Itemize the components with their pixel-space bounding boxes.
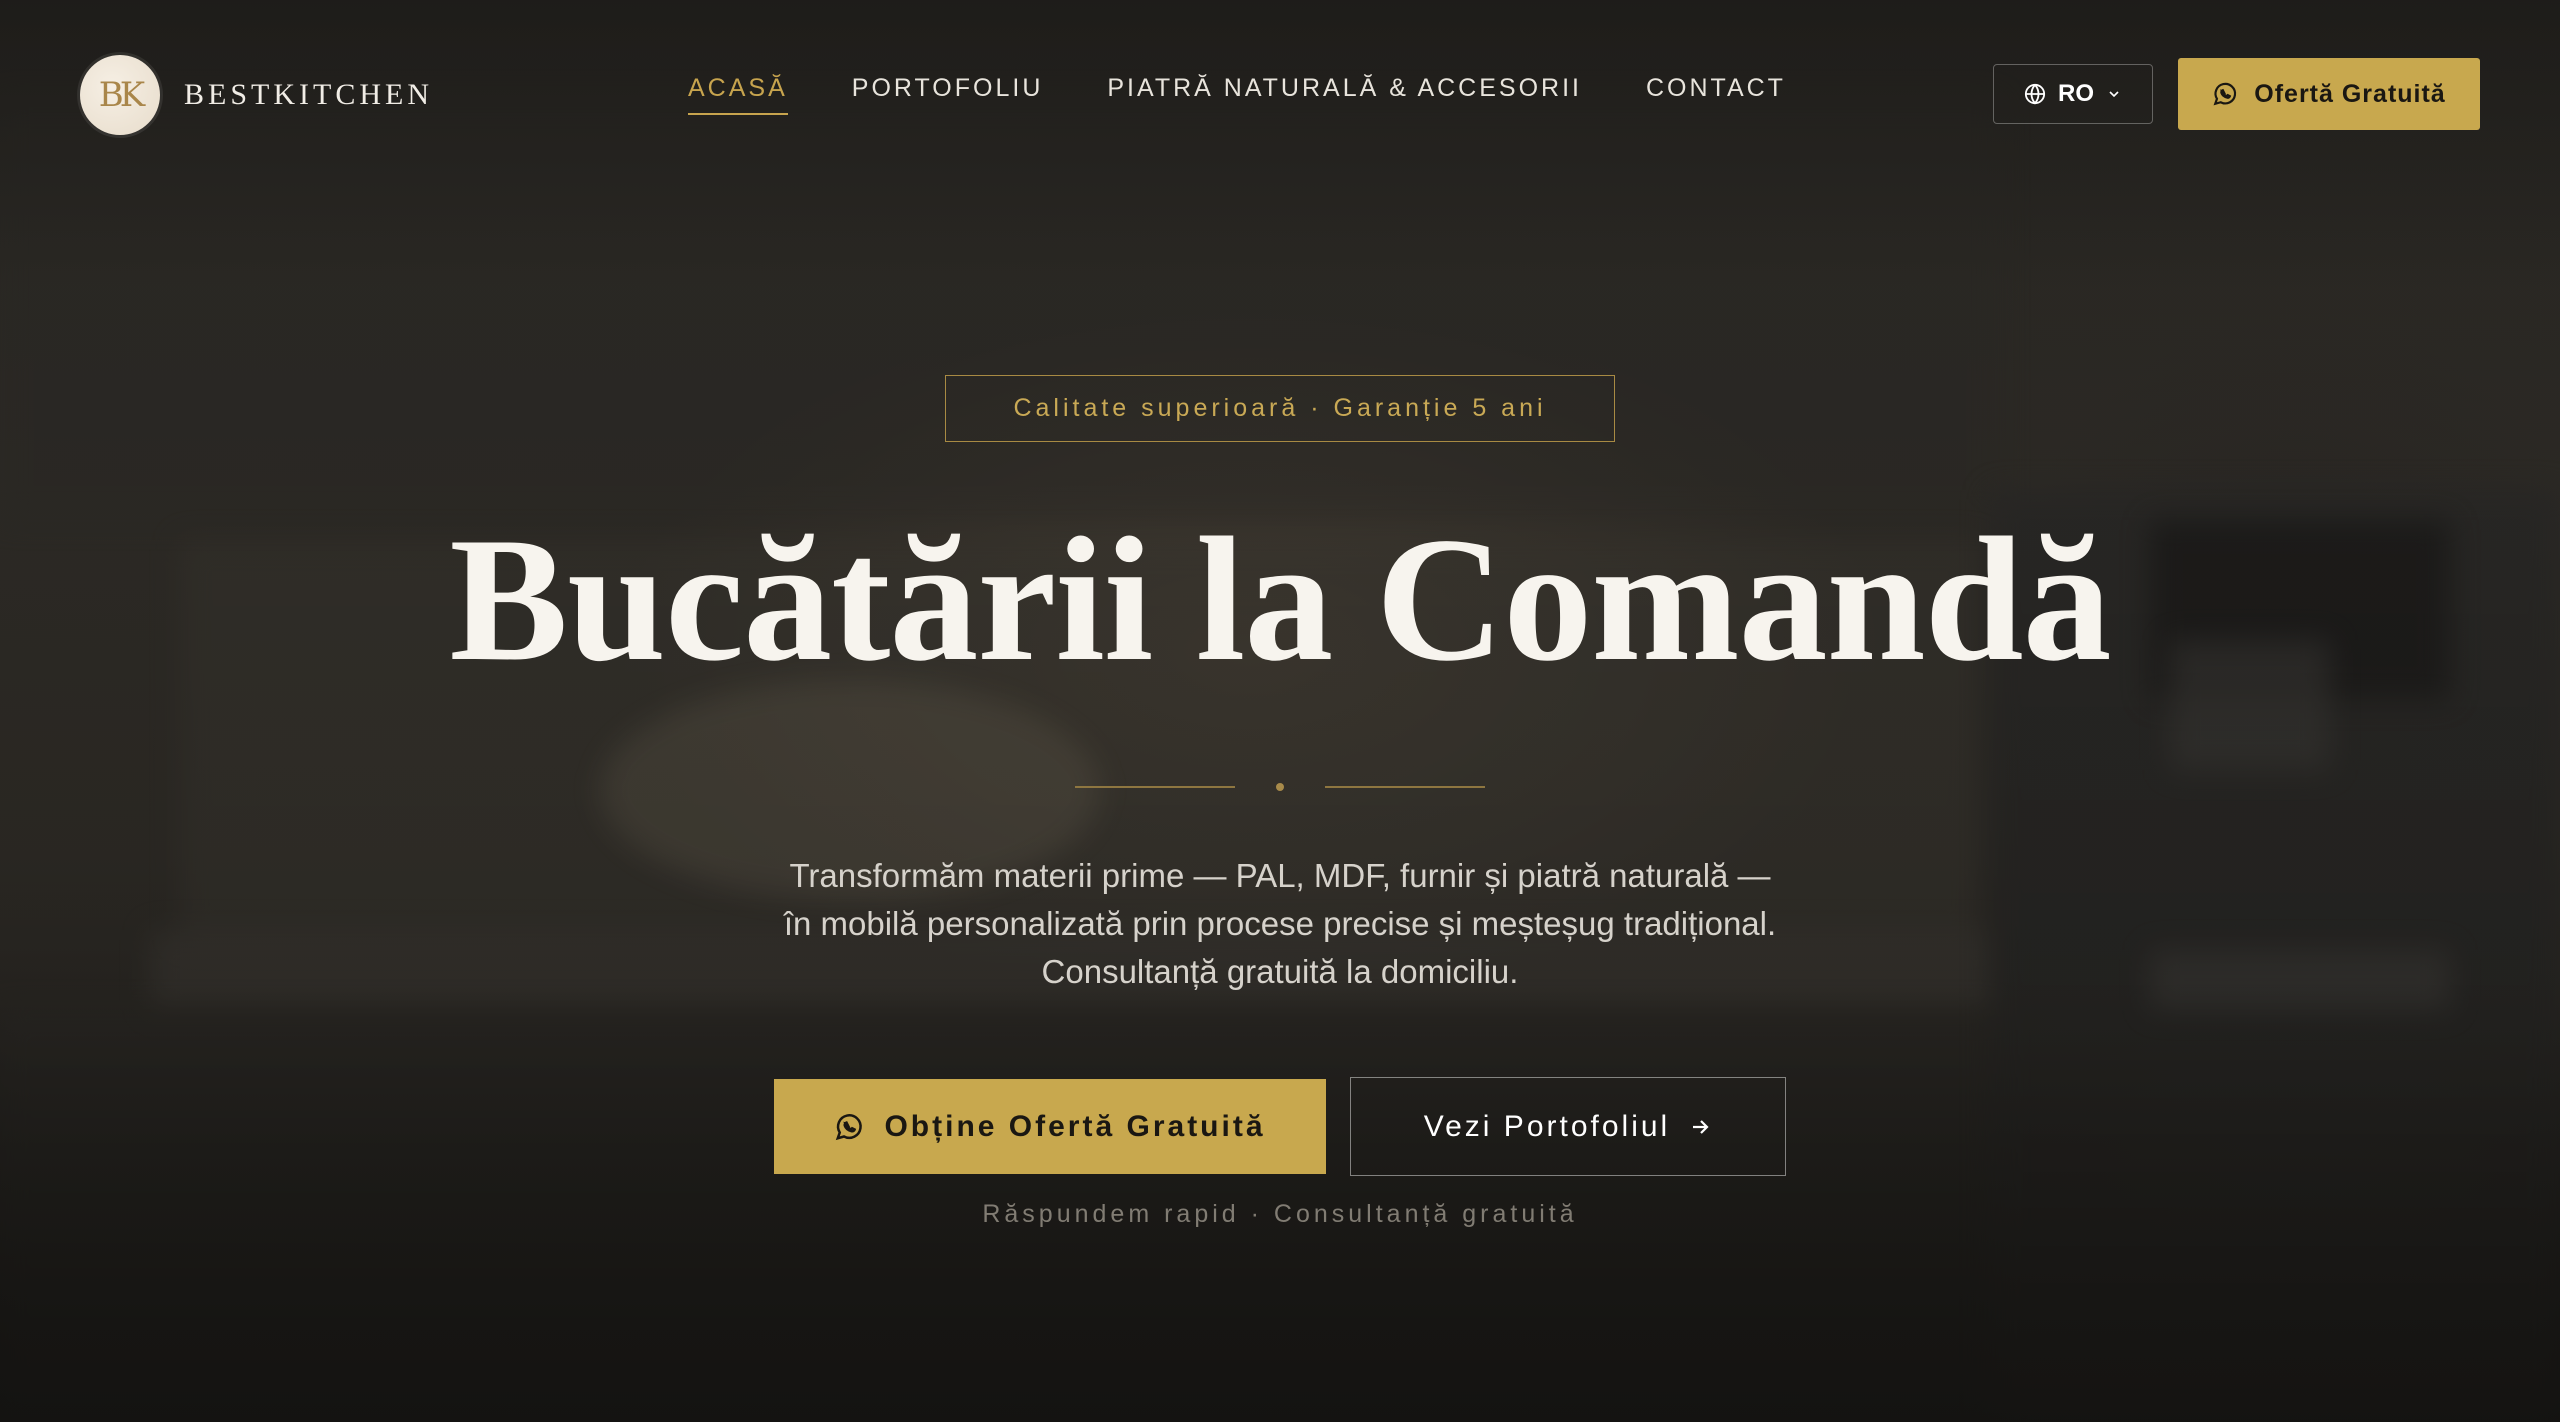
nav-item-piatra-naturala[interactable]: PIATRĂ NATURALĂ & ACCESORII — [1107, 74, 1582, 113]
view-portfolio-button[interactable]: Vezi Portofoliul — [1350, 1077, 1786, 1176]
hero-subtitle: Transformăm materii prime — PAL, MDF, fu… — [783, 857, 1777, 990]
nav-item-contact[interactable]: CONTACT — [1646, 74, 1786, 113]
whatsapp-icon — [2212, 81, 2238, 107]
whatsapp-icon — [834, 1112, 864, 1142]
brand-logo-link[interactable]: BK BESTKITCHEN — [80, 55, 433, 135]
divider-line-right — [1325, 786, 1485, 788]
site-header: BK BESTKITCHEN ACASĂ PORTOFOLIU PIATRĂ N… — [0, 0, 2560, 190]
ornamental-divider — [1075, 782, 1485, 792]
divider-dot — [1276, 783, 1284, 791]
get-free-offer-label: Obține Ofertă Gratuită — [884, 1109, 1266, 1143]
globe-icon — [2024, 83, 2046, 105]
nav-item-acasa[interactable]: ACASĂ — [688, 74, 788, 115]
brand-name: BESTKITCHEN — [184, 78, 433, 111]
header-free-offer-button[interactable]: Ofertă Gratuită — [2178, 58, 2480, 130]
header-free-offer-label: Ofertă Gratuită — [2254, 79, 2446, 108]
hero-note: Răspundem rapid · Consultanță gratuită — [982, 1200, 1578, 1228]
divider-line-left — [1075, 786, 1235, 788]
get-free-offer-button[interactable]: Obține Ofertă Gratuită — [774, 1079, 1326, 1174]
logo-badge: BK — [80, 55, 160, 135]
arrow-right-icon — [1688, 1115, 1712, 1139]
quality-badge: Calitate superioară · Garanție 5 ani — [945, 375, 1615, 442]
language-code: RO — [2058, 80, 2094, 107]
language-selector[interactable]: RO — [1993, 64, 2153, 124]
hero-title: Bucătării la Comandă — [449, 500, 2111, 698]
nav-item-portofoliu[interactable]: PORTOFOLIU — [852, 74, 1044, 113]
view-portfolio-label: Vezi Portofoliul — [1423, 1109, 1671, 1143]
chevron-down-icon — [2106, 86, 2122, 102]
main-nav: ACASĂ PORTOFOLIU PIATRĂ NATURALĂ & ACCES… — [688, 74, 1786, 115]
